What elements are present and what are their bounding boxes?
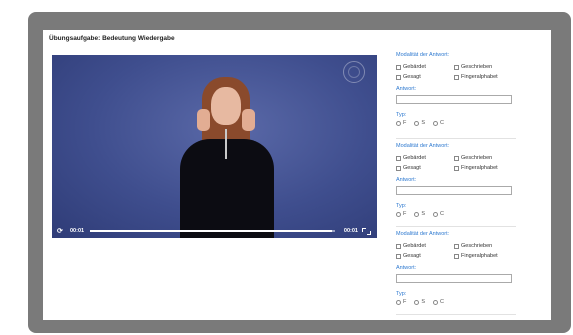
type-radio-c[interactable]: C [433,299,444,305]
option-gebaerdet[interactable]: Gebärdet [396,64,426,70]
video-player[interactable]: ⟳ 00:01 00:01 [52,55,377,238]
checkbox[interactable] [396,64,401,70]
type-radio-s[interactable]: S [414,211,425,217]
type-radio-f[interactable]: F [396,299,406,305]
option-geschrieben[interactable]: Geschrieben [454,64,492,70]
current-time: 00:01 [70,228,85,234]
type-radio-group: F S C [396,120,452,126]
option-gesagt[interactable]: Gesagt [396,165,421,171]
answer-block: Modalität der Antwort: Gebärdet Geschrie… [396,52,516,139]
page-title: Übungsaufgabe: Bedeutung Wiedergabe [49,35,175,42]
checkbox[interactable] [396,165,401,171]
checkbox[interactable] [396,253,401,259]
type-radio-c[interactable]: C [433,211,444,217]
video-progress-bar[interactable] [90,230,335,232]
answer-column: Modalität der Antwort: Gebärdet Geschrie… [396,52,516,316]
option-geschrieben[interactable]: Geschrieben [454,243,492,249]
answer-label: Antwort: [396,265,417,271]
type-label: Typ: [396,112,407,118]
answer-input[interactable] [396,186,512,195]
fullscreen-icon[interactable] [362,227,371,235]
option-gebaerdet[interactable]: Gebärdet [396,155,426,161]
answer-label: Antwort: [396,86,417,92]
university-seal-icon [343,61,365,83]
option-fingeralphabet[interactable]: Fingeralphabet [454,74,498,80]
modality-label: Modalität der Antwort: [396,231,450,237]
option-gesagt[interactable]: Gesagt [396,74,421,80]
checkbox[interactable] [396,243,401,249]
option-fingeralphabet[interactable]: Fingeralphabet [454,253,498,259]
modality-label: Modalität der Antwort: [396,52,450,58]
video-progress-fill [90,230,333,232]
signer-figure [172,77,282,238]
type-label: Typ: [396,291,407,297]
type-radio-group: F S C [396,299,452,305]
option-gebaerdet[interactable]: Gebärdet [396,243,426,249]
exercise-panel: Übungsaufgabe: Bedeutung Wiedergabe ⟳ 00… [43,30,551,320]
modality-label: Modalität der Antwort: [396,143,450,149]
checkbox[interactable] [454,155,459,161]
checkbox[interactable] [454,243,459,249]
answer-block: Modalität der Antwort: Gebärdet Geschrie… [396,140,516,227]
type-radio-c[interactable]: C [433,120,444,126]
option-geschrieben[interactable]: Geschrieben [454,155,492,161]
answer-input[interactable] [396,274,512,283]
checkbox[interactable] [454,165,459,171]
answer-block: Modalität der Antwort: Gebärdet Geschrie… [396,228,516,315]
type-radio-f[interactable]: F [396,120,406,126]
type-radio-s[interactable]: S [414,299,425,305]
duration: 00:01 [343,228,358,234]
type-radio-group: F S C [396,211,452,217]
video-controls: ⟳ 00:01 00:01 [52,224,377,238]
answer-label: Antwort: [396,177,417,183]
checkbox[interactable] [454,74,459,80]
option-gesagt[interactable]: Gesagt [396,253,421,259]
option-fingeralphabet[interactable]: Fingeralphabet [454,165,498,171]
type-radio-s[interactable]: S [414,120,425,126]
checkbox[interactable] [454,64,459,70]
type-radio-f[interactable]: F [396,211,406,217]
type-label: Typ: [396,203,407,209]
checkbox[interactable] [396,74,401,80]
replay-icon[interactable]: ⟳ [57,227,67,235]
checkbox[interactable] [396,155,401,161]
checkbox[interactable] [454,253,459,259]
answer-input[interactable] [396,95,512,104]
